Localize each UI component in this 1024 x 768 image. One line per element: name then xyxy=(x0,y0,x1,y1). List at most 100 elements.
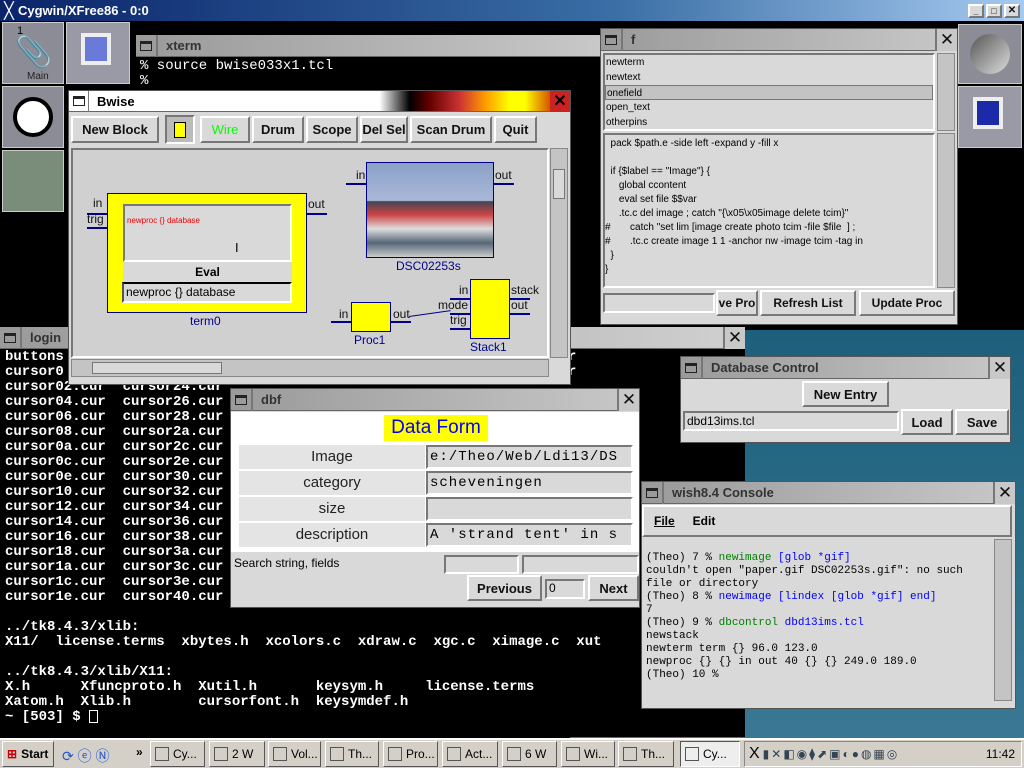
pin-trig[interactable] xyxy=(87,227,107,229)
taskbar-item[interactable]: Act... xyxy=(442,741,498,767)
update-proc-button[interactable]: Update Proc xyxy=(859,290,955,316)
taskbar-item[interactable]: Th... xyxy=(325,741,379,767)
save-proc-button[interactable]: ve Pro xyxy=(716,290,758,316)
image-block[interactable] xyxy=(366,162,494,258)
refresh-list-button[interactable]: Refresh List xyxy=(760,290,856,316)
monitor-icon[interactable] xyxy=(958,86,1022,148)
x-server-icon[interactable]: X xyxy=(749,745,760,763)
console-output[interactable]: (Theo) 7 % newimage [glob *gif] couldn't … xyxy=(646,552,991,682)
close-button[interactable]: ✕ xyxy=(935,28,957,51)
minimize-button[interactable]: _ xyxy=(968,3,984,18)
console-scrollbar[interactable] xyxy=(994,539,1012,701)
pin-in[interactable] xyxy=(346,183,366,185)
window-menu-icon[interactable] xyxy=(681,356,703,379)
taskbar-item[interactable]: Cy... xyxy=(150,741,205,767)
database-file-entry[interactable]: dbd13ims.tcl xyxy=(683,411,899,431)
monitor-icon[interactable] xyxy=(66,22,130,84)
scope-button[interactable]: Scope xyxy=(306,116,358,143)
vertical-scrollbar[interactable] xyxy=(550,148,568,358)
previous-button[interactable]: Previous xyxy=(467,575,542,601)
code-scrollbar[interactable] xyxy=(937,133,955,288)
window-menu-icon[interactable] xyxy=(69,90,89,112)
scan-drum-button[interactable]: Scan Drum xyxy=(410,116,492,143)
proc-list[interactable]: newterm newtext onefield open_text otherpins xyxy=(603,53,935,131)
field-value-entry[interactable]: A 'strand tent' in s xyxy=(426,523,633,547)
pin-out[interactable] xyxy=(494,183,514,185)
close-button[interactable]: ✕ xyxy=(1004,3,1020,18)
quit-button[interactable]: Quit xyxy=(494,116,537,143)
window-menu-icon[interactable] xyxy=(642,481,664,504)
close-button[interactable]: ✕ xyxy=(550,90,570,112)
menu-file[interactable]: File xyxy=(654,514,675,528)
stack-block[interactable] xyxy=(470,279,510,339)
gnome-icon[interactable] xyxy=(958,24,1022,84)
term-entry[interactable]: newproc {} database xyxy=(122,282,292,303)
start-label: Start xyxy=(21,747,49,761)
drum-button[interactable]: Drum xyxy=(252,116,304,143)
close-button[interactable]: ✕ xyxy=(617,388,639,411)
proc-list-item[interactable]: newterm xyxy=(605,55,933,70)
proc-list-item[interactable]: otherpins xyxy=(605,115,933,130)
search-string-entry[interactable] xyxy=(444,555,519,574)
window-menu-icon[interactable] xyxy=(601,28,623,51)
new-entry-button[interactable]: New Entry xyxy=(802,381,889,407)
pin-out[interactable] xyxy=(307,213,327,215)
field-value-entry[interactable]: scheveningen xyxy=(426,471,633,495)
clock[interactable]: 11:42 xyxy=(986,747,1021,761)
maximize-button[interactable]: □ xyxy=(986,3,1002,18)
next-button[interactable]: Next xyxy=(588,575,639,601)
window-menu-icon[interactable] xyxy=(231,388,253,411)
taskbar-item[interactable]: Wi... xyxy=(561,741,615,767)
proc-list-item[interactable]: open_text xyxy=(605,100,933,115)
taskbar-item[interactable]: Vol... xyxy=(268,741,321,767)
close-button[interactable]: ✕ xyxy=(993,481,1015,504)
list-scrollbar[interactable] xyxy=(937,53,955,131)
field-label: category xyxy=(239,471,425,495)
quicklaunch-icons[interactable]: ⟳ ⓔ Ⓝ xyxy=(62,746,110,766)
pager[interactable]: 1 📎 Main xyxy=(2,22,64,84)
proc-name-entry[interactable] xyxy=(603,293,715,313)
new-file-button[interactable] xyxy=(165,115,195,144)
code-text[interactable]: pack $path.e -side left -expand y -fill … xyxy=(603,133,935,288)
pin-in[interactable] xyxy=(331,321,351,323)
window-menu-icon[interactable] xyxy=(0,326,22,349)
quicklaunch-overflow[interactable]: » xyxy=(136,745,143,759)
window-menu-icon[interactable] xyxy=(136,34,158,57)
horizontal-scrollbar[interactable] xyxy=(71,359,549,377)
wire-button[interactable]: Wire xyxy=(200,116,250,143)
load-button[interactable]: Load xyxy=(901,409,953,435)
save-button[interactable]: Save xyxy=(955,409,1009,435)
proc-block[interactable] xyxy=(351,302,391,332)
taskbar-item[interactable]: Cy... xyxy=(680,741,740,767)
menu-edit[interactable]: Edit xyxy=(693,514,716,528)
close-button[interactable]: ✕ xyxy=(723,326,745,349)
field-value-entry[interactable] xyxy=(426,497,633,521)
term-display[interactable]: newproc {} database I xyxy=(123,204,292,262)
xterm-output[interactable]: % source bwise033x1.tcl % xyxy=(140,59,333,89)
console-line: file or directory xyxy=(646,578,991,591)
close-button[interactable]: ✕ xyxy=(988,356,1010,379)
pin-out[interactable] xyxy=(510,313,530,315)
del-sel-button[interactable]: Del Sel xyxy=(360,116,408,143)
pin-trig[interactable] xyxy=(450,328,470,330)
taskbar-item[interactable]: Pro... xyxy=(383,741,438,767)
start-button[interactable]: ⊞ Start xyxy=(2,741,54,767)
term-block[interactable]: newproc {} database I Eval newproc {} da… xyxy=(107,193,307,313)
taskbar-item[interactable]: Th... xyxy=(618,741,674,767)
taskbar-item[interactable]: 2 W xyxy=(209,741,265,767)
taskbar-item[interactable]: 6 W xyxy=(502,741,557,767)
block-name: DSC02253s xyxy=(396,259,461,273)
proc-list-item[interactable]: onefield xyxy=(605,85,933,100)
paint-icon[interactable] xyxy=(2,150,64,212)
record-index-entry[interactable]: 0 xyxy=(545,579,585,599)
code-line: .tc.c del image ; catch "{\x05\x05image … xyxy=(605,208,849,219)
bwise-canvas[interactable]: newproc {} database I Eval newproc {} da… xyxy=(71,148,549,358)
new-block-button[interactable]: New Block xyxy=(71,116,159,143)
proc-list-item[interactable]: newtext xyxy=(605,70,933,85)
search-fields-entry[interactable] xyxy=(522,555,639,574)
clock-icon[interactable] xyxy=(2,86,64,148)
tray-icons[interactable]: ▮✕◧◉⧫⬈▣◐●◍▦◎ xyxy=(763,747,900,761)
pin-out[interactable] xyxy=(391,321,411,323)
field-value-entry[interactable]: e:/Theo/Web/Ldi13/DS xyxy=(426,445,633,469)
code-line: eval set file $$var xyxy=(605,194,697,205)
